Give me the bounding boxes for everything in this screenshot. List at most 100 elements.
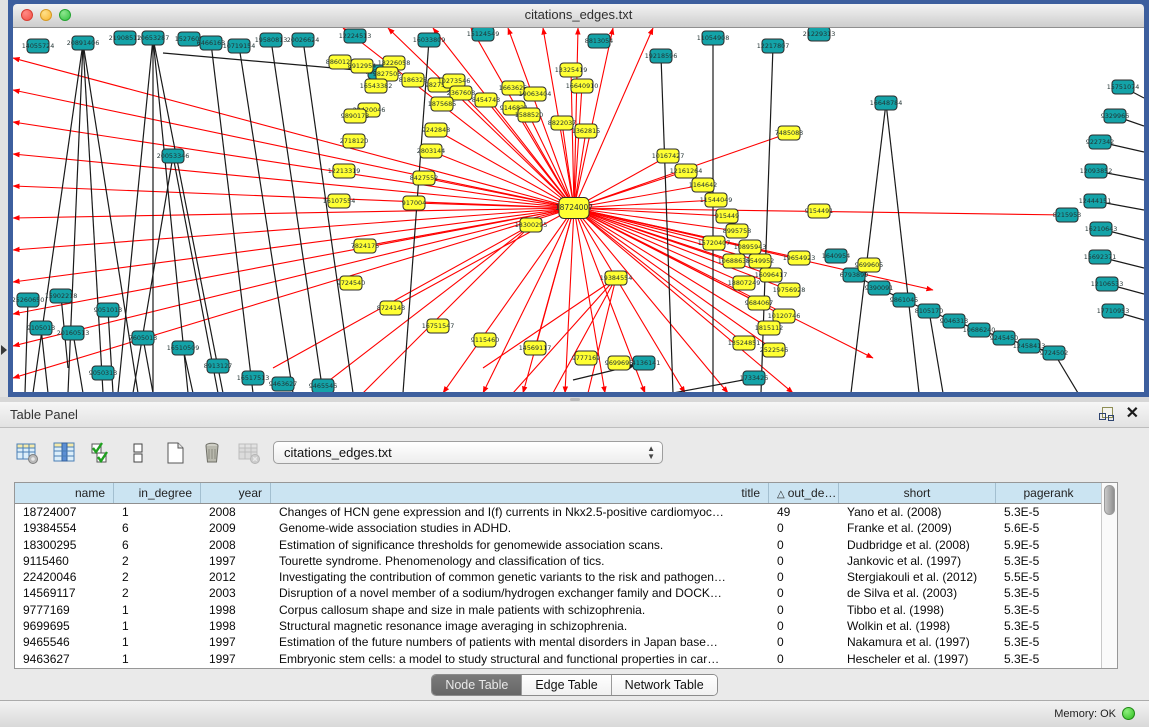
graph-node[interactable]: 13524851 — [728, 336, 761, 350]
graph-node[interactable]: 2803144 — [417, 144, 445, 158]
graph-edge[interactable] — [574, 208, 734, 261]
table-cell[interactable]: 6 — [114, 520, 201, 536]
table-cell[interactable]: Franke et al. (2009) — [839, 520, 996, 536]
graph-node[interactable]: 9154491 — [805, 204, 833, 218]
graph-node[interactable]: 8105170 — [915, 304, 943, 318]
graph-node[interactable]: 16648784 — [870, 96, 903, 110]
table-cell[interactable]: Disruption of a novel member of a sodium… — [271, 585, 769, 601]
graph-edge[interactable] — [851, 103, 886, 392]
graph-node[interactable]: 16510509 — [167, 341, 200, 355]
graph-node[interactable]: 7485083 — [775, 126, 803, 140]
zoom-window-button[interactable] — [59, 9, 71, 21]
table-cell[interactable]: 0 — [769, 602, 839, 618]
table-cell[interactable]: 1998 — [201, 602, 271, 618]
table-cell[interactable]: 5.3E-5 — [996, 585, 1101, 601]
graph-node[interactable]: 19218596 — [645, 49, 678, 63]
graph-edge[interactable] — [403, 40, 429, 392]
graph-node[interactable]: 12161264 — [670, 164, 703, 178]
graph-node[interactable]: 9115460 — [471, 333, 499, 347]
graph-node[interactable]: 21229313 — [803, 28, 836, 41]
table-cell[interactable]: Structural magnetic resonance image aver… — [271, 618, 769, 634]
graph-node[interactable]: 10895943 — [734, 240, 767, 254]
graph-node[interactable]: 13325419 — [555, 63, 588, 77]
network-canvas[interactable]: 1405572420891406219085121065328715276026… — [13, 28, 1144, 392]
graph-node[interactable]: 9724540 — [337, 276, 365, 290]
graph-node[interactable]: 9105013 — [27, 321, 55, 335]
table-cell[interactable]: 2 — [114, 553, 201, 569]
graph-edge[interactable] — [574, 28, 653, 208]
table-cell[interactable]: 9465546 — [15, 634, 114, 650]
graph-node[interactable]: 12224513 — [339, 29, 372, 43]
graph-node[interactable]: 9684067 — [745, 296, 773, 310]
table-cell[interactable]: 0 — [769, 520, 839, 536]
table-cell[interactable]: 2 — [114, 585, 201, 601]
graph-edge[interactable] — [761, 46, 773, 392]
table-cell[interactable]: 2008 — [201, 504, 271, 520]
graph-node[interactable]: 1875685 — [428, 97, 456, 111]
graph-node[interactable]: 1362815 — [572, 124, 600, 138]
graph-node[interactable]: 9861045 — [890, 293, 918, 307]
select-all-columns-icon[interactable] — [88, 440, 114, 466]
graph-edge[interactable] — [25, 300, 28, 392]
delete-table-icon[interactable] — [236, 440, 262, 466]
graph-node[interactable]: 12213319 — [328, 164, 361, 178]
table-cell[interactable]: 2009 — [201, 520, 271, 536]
table-cell[interactable]: 1997 — [201, 553, 271, 569]
table-cell[interactable]: 1 — [114, 602, 201, 618]
table-cell[interactable]: Jankovic et al. (1997) — [839, 553, 996, 569]
graph-node[interactable]: 16751547 — [422, 319, 455, 333]
column-header-year[interactable]: year — [201, 483, 271, 503]
table-cell[interactable]: Estimation of the future numbers of pati… — [271, 634, 769, 650]
graph-node[interactable]: 10653287 — [137, 31, 170, 45]
graph-node[interactable]: 17710953 — [1097, 304, 1130, 318]
table-cell[interactable]: 1997 — [201, 651, 271, 667]
table-cell[interactable]: Tibbo et al. (1998) — [839, 602, 996, 618]
delete-column-icon[interactable] — [199, 440, 225, 466]
table-cell[interactable]: 2008 — [201, 537, 271, 553]
table-cell[interactable]: 49 — [769, 504, 839, 520]
table-cell[interactable]: Estimation of significance thresholds fo… — [271, 537, 769, 553]
graph-node[interactable]: 1588520 — [515, 108, 543, 122]
table-cell[interactable]: 5.3E-5 — [996, 651, 1101, 667]
graph-node[interactable]: 8813054 — [585, 34, 613, 48]
table-cell[interactable]: Genome-wide association studies in ADHD. — [271, 520, 769, 536]
graph-node[interactable]: 25260650 — [13, 293, 44, 307]
graph-node[interactable]: 20053346 — [157, 149, 190, 163]
column-header-title[interactable]: title — [271, 483, 769, 503]
graph-node[interactable]: 9724502 — [1040, 346, 1068, 360]
graph-node[interactable]: 9242848 — [422, 123, 450, 137]
graph-node[interactable]: 16107554 — [323, 194, 356, 208]
graph-node[interactable]: 7824175 — [351, 239, 379, 253]
table-cell[interactable]: 18300295 — [15, 537, 114, 553]
graph-node[interactable]: 15692371 — [1084, 250, 1117, 264]
graph-edge[interactable] — [73, 333, 83, 392]
graph-edge[interactable] — [431, 151, 574, 208]
table-cell[interactable]: Corpus callosum shape and size in male p… — [271, 602, 769, 618]
graph-edge[interactable] — [271, 40, 323, 392]
table-cell[interactable]: 0 — [769, 651, 839, 667]
graph-edge[interactable] — [483, 208, 574, 392]
table-vertical-scrollbar[interactable] — [1101, 483, 1117, 668]
table-cell[interactable]: 5.9E-5 — [996, 537, 1101, 553]
graph-edge[interactable] — [13, 208, 574, 282]
scrollbar-thumb[interactable] — [1104, 485, 1115, 515]
float-panel-icon[interactable] — [1099, 407, 1114, 422]
graph-node[interactable]: 12093852 — [1080, 164, 1113, 178]
table-cell[interactable]: 5.3E-5 — [996, 634, 1101, 650]
graph-node[interactable]: 8995758 — [723, 224, 751, 238]
table-cell[interactable]: 1 — [114, 504, 201, 520]
close-window-button[interactable] — [21, 9, 33, 21]
graph-node[interactable]: 6466163 — [197, 36, 225, 50]
graph-edge[interactable] — [313, 225, 531, 392]
graph-node[interactable]: 8186328 — [399, 73, 427, 87]
graph-node[interactable]: 9390091 — [865, 281, 893, 295]
graph-node[interactable]: 11544049 — [700, 193, 733, 207]
table-cell[interactable]: 0 — [769, 618, 839, 634]
graph-node[interactable]: 2718120 — [340, 134, 368, 148]
graph-edge[interactable] — [143, 338, 153, 392]
tab-network-table[interactable]: Network Table — [612, 675, 717, 695]
graph-node[interactable]: 8724143 — [377, 301, 405, 315]
column-header-short[interactable]: short — [839, 483, 996, 503]
table-cell[interactable]: 0 — [769, 569, 839, 585]
table-cell[interactable]: Yano et al. (2008) — [839, 504, 996, 520]
